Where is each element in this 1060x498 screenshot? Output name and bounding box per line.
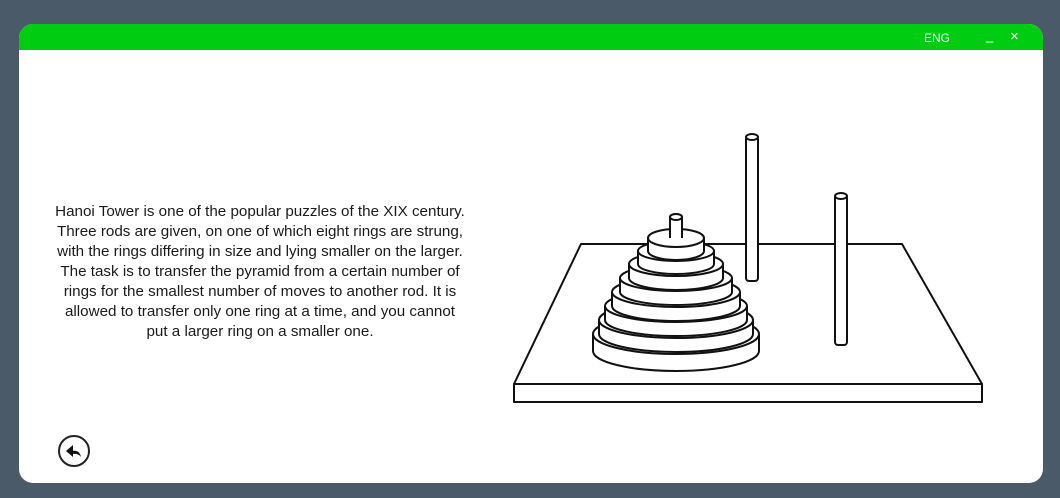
back-arrow-icon — [66, 445, 81, 457]
title-bar: ENG _ × — [19, 24, 1043, 50]
rod-middle — [745, 135, 759, 282]
close-button[interactable]: × — [1010, 29, 1019, 45]
board-front — [513, 383, 983, 403]
description-text: Hanoi Tower is one of the popular puzzle… — [55, 203, 465, 340]
minimize-button[interactable]: _ — [986, 28, 993, 43]
rod-right — [834, 194, 848, 346]
app-window: ENG _ × Hanoi Tower is one of the popula… — [19, 24, 1043, 483]
tower-of-hanoi-illustration — [513, 133, 983, 403]
language-selector[interactable]: ENG — [924, 31, 950, 45]
back-button[interactable] — [58, 435, 90, 467]
